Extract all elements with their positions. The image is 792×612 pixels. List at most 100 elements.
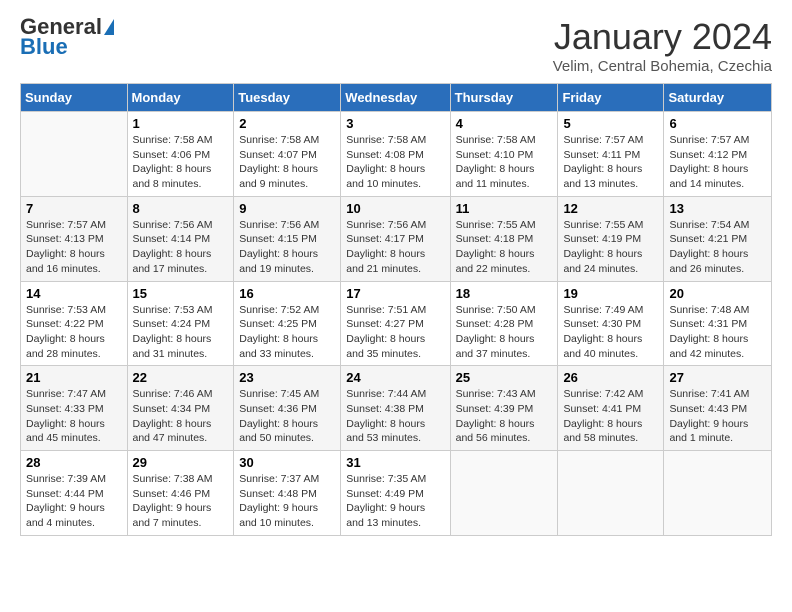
calendar-cell: 1 Sunrise: 7:58 AM Sunset: 4:06 PM Daylig… <box>127 112 234 197</box>
calendar-cell: 11 Sunrise: 7:55 AM Sunset: 4:18 PM Dayli… <box>450 196 558 281</box>
day-number: 4 <box>456 116 553 131</box>
calendar-cell: 5 Sunrise: 7:57 AM Sunset: 4:11 PM Daylig… <box>558 112 664 197</box>
week-row-2: 7 Sunrise: 7:57 AM Sunset: 4:13 PM Daylig… <box>21 196 772 281</box>
day-number: 14 <box>26 286 122 301</box>
day-number: 8 <box>133 201 229 216</box>
day-number: 5 <box>563 116 658 131</box>
day-info: Sunrise: 7:44 AM Sunset: 4:38 PM Dayligh… <box>346 387 444 446</box>
calendar-cell: 22Sunrise: 7:46 AM Sunset: 4:34 PM Dayli… <box>127 366 234 451</box>
month-title: January 2024 <box>553 16 772 58</box>
day-info: Sunrise: 7:53 AM Sunset: 4:24 PM Dayligh… <box>133 303 229 362</box>
weekday-header-row: SundayMondayTuesdayWednesdayThursdayFrid… <box>21 84 772 112</box>
calendar-cell: 4 Sunrise: 7:58 AM Sunset: 4:10 PM Daylig… <box>450 112 558 197</box>
day-number: 27 <box>669 370 766 385</box>
calendar-cell: 31 Sunrise: 7:35 AM Sunset: 4:49 PM Dayli… <box>341 451 450 536</box>
weekday-header-sunday: Sunday <box>21 84 128 112</box>
day-info: Sunrise: 7:49 AM Sunset: 4:30 PM Dayligh… <box>563 303 658 362</box>
day-number: 25 <box>456 370 553 385</box>
day-number: 1 <box>133 116 229 131</box>
day-info: Sunrise: 7:54 AM Sunset: 4:21 PM Dayligh… <box>669 218 766 277</box>
weekday-header-friday: Friday <box>558 84 664 112</box>
day-number: 13 <box>669 201 766 216</box>
day-number: 15 <box>133 286 229 301</box>
calendar-cell: 18 Sunrise: 7:50 AM Sunset: 4:28 PM Dayli… <box>450 281 558 366</box>
calendar-cell: 26 Sunrise: 7:42 AM Sunset: 4:41 PM Dayli… <box>558 366 664 451</box>
day-number: 28 <box>26 455 122 470</box>
weekday-header-saturday: Saturday <box>664 84 772 112</box>
day-info: Sunrise: 7:52 AM Sunset: 4:25 PM Dayligh… <box>239 303 335 362</box>
calendar-cell: 2Sunrise: 7:58 AM Sunset: 4:07 PM Daylig… <box>234 112 341 197</box>
day-info: Sunrise: 7:53 AM Sunset: 4:22 PM Dayligh… <box>26 303 122 362</box>
calendar-cell: 19 Sunrise: 7:49 AM Sunset: 4:30 PM Dayli… <box>558 281 664 366</box>
day-number: 30 <box>239 455 335 470</box>
day-number: 12 <box>563 201 658 216</box>
calendar-cell: 9 Sunrise: 7:56 AM Sunset: 4:15 PM Daylig… <box>234 196 341 281</box>
calendar-cell: 15 Sunrise: 7:53 AM Sunset: 4:24 PM Dayli… <box>127 281 234 366</box>
day-number: 31 <box>346 455 444 470</box>
day-number: 24 <box>346 370 444 385</box>
page-header: General Blue January 2024 Velim, Central… <box>20 16 772 75</box>
calendar-cell: 3 Sunrise: 7:58 AM Sunset: 4:08 PM Daylig… <box>341 112 450 197</box>
calendar-cell: 8 Sunrise: 7:56 AM Sunset: 4:14 PM Daylig… <box>127 196 234 281</box>
day-number: 7 <box>26 201 122 216</box>
calendar-cell: 16 Sunrise: 7:52 AM Sunset: 4:25 PM Dayli… <box>234 281 341 366</box>
calendar-cell: 25Sunrise: 7:43 AM Sunset: 4:39 PM Dayli… <box>450 366 558 451</box>
day-info: Sunrise: 7:41 AM Sunset: 4:43 PM Dayligh… <box>669 387 766 446</box>
day-info: Sunrise: 7:58 AM Sunset: 4:06 PM Dayligh… <box>133 133 229 192</box>
week-row-1: 1 Sunrise: 7:58 AM Sunset: 4:06 PM Daylig… <box>21 112 772 197</box>
calendar-cell: 20Sunrise: 7:48 AM Sunset: 4:31 PM Dayli… <box>664 281 772 366</box>
day-number: 11 <box>456 201 553 216</box>
day-info: Sunrise: 7:58 AM Sunset: 4:10 PM Dayligh… <box>456 133 553 192</box>
calendar-cell: 6Sunrise: 7:57 AM Sunset: 4:12 PM Daylig… <box>664 112 772 197</box>
calendar-cell: 24 Sunrise: 7:44 AM Sunset: 4:38 PM Dayli… <box>341 366 450 451</box>
weekday-header-tuesday: Tuesday <box>234 84 341 112</box>
day-number: 18 <box>456 286 553 301</box>
day-info: Sunrise: 7:50 AM Sunset: 4:28 PM Dayligh… <box>456 303 553 362</box>
day-number: 19 <box>563 286 658 301</box>
weekday-header-thursday: Thursday <box>450 84 558 112</box>
day-info: Sunrise: 7:57 AM Sunset: 4:13 PM Dayligh… <box>26 218 122 277</box>
day-info: Sunrise: 7:57 AM Sunset: 4:12 PM Dayligh… <box>669 133 766 192</box>
day-info: Sunrise: 7:37 AM Sunset: 4:48 PM Dayligh… <box>239 472 335 531</box>
day-number: 26 <box>563 370 658 385</box>
day-number: 17 <box>346 286 444 301</box>
weekday-header-wednesday: Wednesday <box>341 84 450 112</box>
calendar-cell: 28 Sunrise: 7:39 AM Sunset: 4:44 PM Dayli… <box>21 451 128 536</box>
calendar-cell: 13 Sunrise: 7:54 AM Sunset: 4:21 PM Dayli… <box>664 196 772 281</box>
day-info: Sunrise: 7:51 AM Sunset: 4:27 PM Dayligh… <box>346 303 444 362</box>
logo-triangle-icon <box>104 19 114 35</box>
calendar-cell: 17 Sunrise: 7:51 AM Sunset: 4:27 PM Dayli… <box>341 281 450 366</box>
logo-blue: Blue <box>20 36 68 58</box>
day-number: 2 <box>239 116 335 131</box>
day-info: Sunrise: 7:56 AM Sunset: 4:14 PM Dayligh… <box>133 218 229 277</box>
day-info: Sunrise: 7:35 AM Sunset: 4:49 PM Dayligh… <box>346 472 444 531</box>
calendar-table: SundayMondayTuesdayWednesdayThursdayFrid… <box>20 83 772 536</box>
calendar-cell: 21Sunrise: 7:47 AM Sunset: 4:33 PM Dayli… <box>21 366 128 451</box>
calendar-cell <box>450 451 558 536</box>
day-number: 9 <box>239 201 335 216</box>
day-number: 10 <box>346 201 444 216</box>
day-info: Sunrise: 7:57 AM Sunset: 4:11 PM Dayligh… <box>563 133 658 192</box>
day-info: Sunrise: 7:46 AM Sunset: 4:34 PM Dayligh… <box>133 387 229 446</box>
day-info: Sunrise: 7:48 AM Sunset: 4:31 PM Dayligh… <box>669 303 766 362</box>
week-row-4: 21Sunrise: 7:47 AM Sunset: 4:33 PM Dayli… <box>21 366 772 451</box>
day-info: Sunrise: 7:55 AM Sunset: 4:18 PM Dayligh… <box>456 218 553 277</box>
day-number: 16 <box>239 286 335 301</box>
weekday-header-monday: Monday <box>127 84 234 112</box>
calendar-cell <box>664 451 772 536</box>
day-number: 3 <box>346 116 444 131</box>
title-section: January 2024 Velim, Central Bohemia, Cze… <box>553 16 772 75</box>
calendar-cell: 14 Sunrise: 7:53 AM Sunset: 4:22 PM Dayli… <box>21 281 128 366</box>
day-number: 23 <box>239 370 335 385</box>
day-info: Sunrise: 7:38 AM Sunset: 4:46 PM Dayligh… <box>133 472 229 531</box>
day-info: Sunrise: 7:56 AM Sunset: 4:15 PM Dayligh… <box>239 218 335 277</box>
logo: General Blue <box>20 16 114 58</box>
calendar-cell <box>21 112 128 197</box>
day-info: Sunrise: 7:55 AM Sunset: 4:19 PM Dayligh… <box>563 218 658 277</box>
day-info: Sunrise: 7:42 AM Sunset: 4:41 PM Dayligh… <box>563 387 658 446</box>
day-info: Sunrise: 7:39 AM Sunset: 4:44 PM Dayligh… <box>26 472 122 531</box>
location-subtitle: Velim, Central Bohemia, Czechia <box>553 58 772 75</box>
day-info: Sunrise: 7:58 AM Sunset: 4:08 PM Dayligh… <box>346 133 444 192</box>
calendar-cell: 29Sunrise: 7:38 AM Sunset: 4:46 PM Dayli… <box>127 451 234 536</box>
week-row-5: 28 Sunrise: 7:39 AM Sunset: 4:44 PM Dayli… <box>21 451 772 536</box>
